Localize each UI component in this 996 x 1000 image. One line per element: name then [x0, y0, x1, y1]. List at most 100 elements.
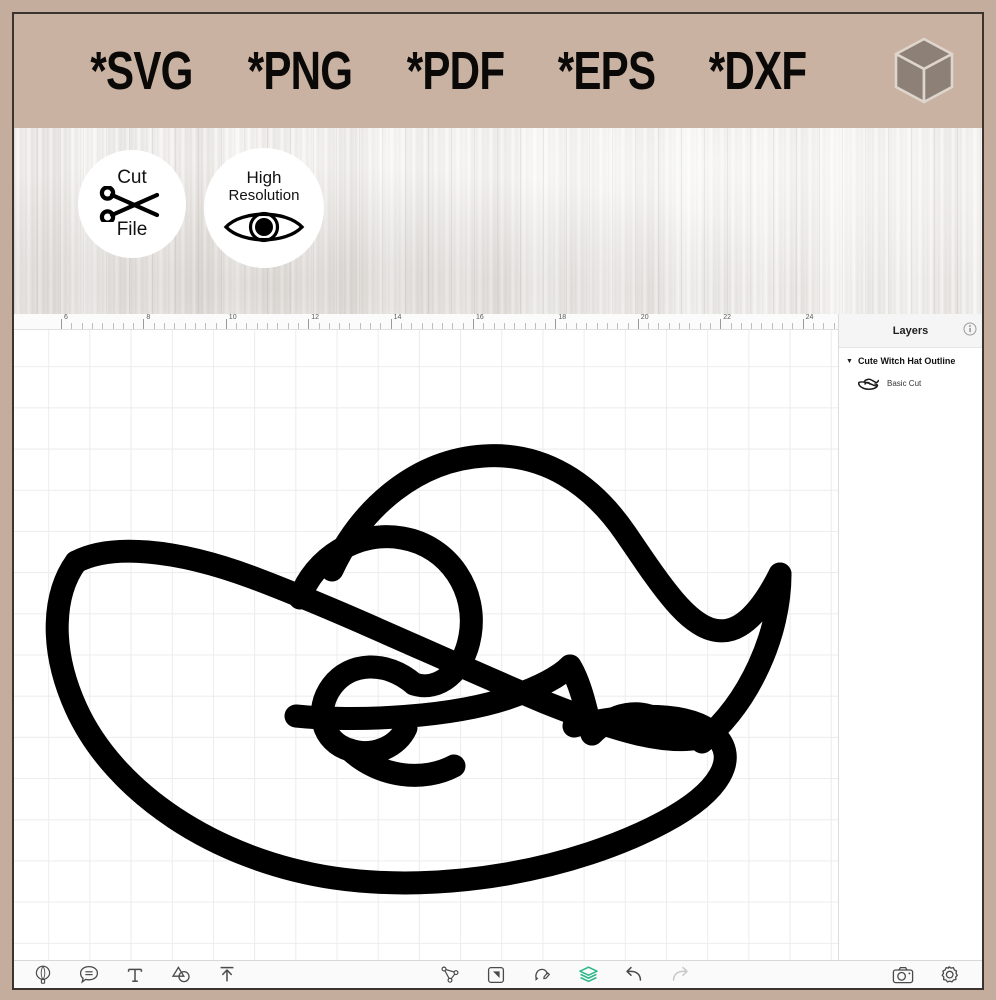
ruler-tick-minor	[287, 323, 289, 329]
eye-icon	[223, 212, 305, 243]
ruler-tick-minor	[740, 323, 742, 329]
badge-cut-file-line2: File	[116, 219, 148, 240]
node-edit-icon[interactable]	[439, 964, 461, 986]
text-icon[interactable]	[124, 964, 146, 986]
badge-high-resolution: High Resolution	[204, 148, 324, 268]
layers-title: Layers	[892, 324, 929, 337]
ruler-tick-minor	[359, 323, 361, 329]
caret-down-icon[interactable]: ▼	[846, 358, 853, 365]
bottom-toolbar	[14, 960, 982, 988]
outer-frame: *SVG *PNG *PDF *EPS *DXF Cut File High R…	[0, 0, 996, 1000]
ruler-tick-minor	[545, 323, 547, 329]
redo-icon[interactable]	[669, 964, 691, 986]
format-label-eps: *EPS	[557, 41, 656, 101]
ruler-tick-minor	[339, 323, 341, 329]
badge-high-resolution-line2: Resolution	[228, 186, 300, 204]
ruler-tick-major	[143, 319, 145, 329]
ruler-tick-minor	[246, 323, 248, 329]
witch-hat-artwork[interactable]	[14, 330, 838, 960]
speech-bubble-icon[interactable]	[78, 964, 100, 986]
toolbar-left-group	[14, 964, 238, 986]
ruler-tick-minor	[184, 323, 186, 329]
ruler-tick-minor	[421, 323, 423, 329]
ruler-tick-minor	[194, 323, 196, 329]
ruler-tick-minor	[617, 323, 619, 329]
ruler-tick-minor	[236, 323, 238, 329]
ruler-label: 22	[723, 314, 731, 321]
ruler-tick-minor	[174, 323, 176, 329]
ruler-tick-minor	[586, 323, 588, 329]
layer-group-label: Cute Witch Hat Outline	[857, 356, 956, 366]
undo-icon[interactable]	[623, 964, 645, 986]
ruler-tick-minor	[349, 323, 351, 329]
ruler-tick-minor	[782, 323, 783, 329]
image-balloon-icon[interactable]	[32, 964, 54, 986]
shapes-icon[interactable]	[170, 964, 192, 986]
witch-hat-thumbnail	[857, 376, 880, 391]
select-transform-icon[interactable]	[485, 964, 507, 986]
ruler-tick-major	[61, 319, 62, 329]
format-label-pdf: *PDF	[406, 41, 505, 101]
layers-panel-header: Layers	[839, 314, 982, 348]
ruler-tick-minor	[380, 323, 382, 329]
ruler-tick-minor	[503, 323, 505, 329]
ruler-tick-minor	[122, 323, 124, 329]
ruler-label: 10	[228, 314, 237, 321]
upload-icon[interactable]	[216, 964, 238, 986]
ruler-tick-minor	[256, 323, 258, 329]
draw-pen-icon[interactable]	[531, 964, 553, 986]
layers-panel: Layers ▼ Cute Witch Hat Outline Basic Cu…	[838, 314, 982, 960]
ruler-tick-minor	[751, 323, 753, 329]
ruler-tick-minor	[164, 323, 165, 329]
ruler-label: 6	[64, 314, 68, 321]
ruler-tick-minor	[823, 323, 825, 329]
ruler-tick-minor	[431, 323, 433, 329]
product-mockup-card: *SVG *PNG *PDF *EPS *DXF Cut File High R…	[12, 12, 984, 990]
badge-cut-file-line1: Cut	[117, 167, 147, 189]
ruler-tick-minor	[627, 323, 629, 329]
ruler-tick-minor	[153, 323, 155, 329]
ruler-tick-minor	[792, 323, 794, 329]
toolbar-right-group	[892, 964, 982, 986]
ruler-tick-minor	[318, 323, 320, 329]
ruler-tick-minor	[648, 323, 650, 329]
ruler-tick-minor	[493, 323, 495, 329]
design-app-window: 6 8 10 12 14 16 18 20 22 24 Layers ▼ Cut…	[14, 314, 982, 988]
ruler-tick-major	[637, 319, 639, 329]
layer-group-cute-witch-hat-outline[interactable]: ▼ Cute Witch Hat Outline	[839, 348, 982, 370]
ruler-tick-major	[308, 319, 310, 329]
ruler-tick-minor	[668, 323, 670, 329]
horizontal-ruler[interactable]: 6 8 10 12 14 16 18 20 22 24	[14, 314, 838, 330]
ruler-tick-minor	[411, 323, 413, 329]
info-icon[interactable]	[963, 322, 977, 341]
settings-gear-icon[interactable]	[938, 964, 960, 986]
ruler-label: 12	[311, 314, 319, 321]
format-label-dxf: *DXF	[708, 41, 807, 101]
ruler-tick-major	[555, 319, 557, 329]
ruler-label: 8	[146, 314, 151, 321]
ruler-tick-minor	[679, 323, 680, 329]
ruler-label: 14	[393, 314, 402, 321]
layers-icon[interactable]	[577, 964, 599, 986]
ruler-tick-minor	[442, 323, 444, 329]
format-label-svg: *SVG	[90, 41, 193, 101]
ruler-tick-minor	[576, 323, 577, 329]
ruler-tick-minor	[112, 323, 114, 329]
ruler-tick-minor	[812, 323, 814, 329]
design-canvas[interactable]	[14, 330, 838, 960]
ruler-tick-minor	[400, 323, 402, 329]
toolbar-center-group	[439, 964, 691, 986]
ruler-label: 24	[805, 314, 814, 321]
layer-item-basic-cut[interactable]: Basic Cut	[839, 370, 982, 397]
ruler-tick-minor	[771, 323, 773, 329]
ruler-tick-minor	[514, 323, 516, 329]
ruler-tick-minor	[277, 323, 279, 329]
camera-icon[interactable]	[892, 964, 914, 986]
ruler-tick-major	[473, 319, 474, 329]
ruler-tick-major	[225, 319, 227, 329]
ruler-tick-minor	[91, 323, 93, 329]
ruler-tick-minor	[658, 323, 660, 329]
ruler-tick-minor	[81, 323, 83, 329]
3d-cube-icon	[892, 35, 956, 107]
ruler-tick-minor	[730, 323, 732, 329]
